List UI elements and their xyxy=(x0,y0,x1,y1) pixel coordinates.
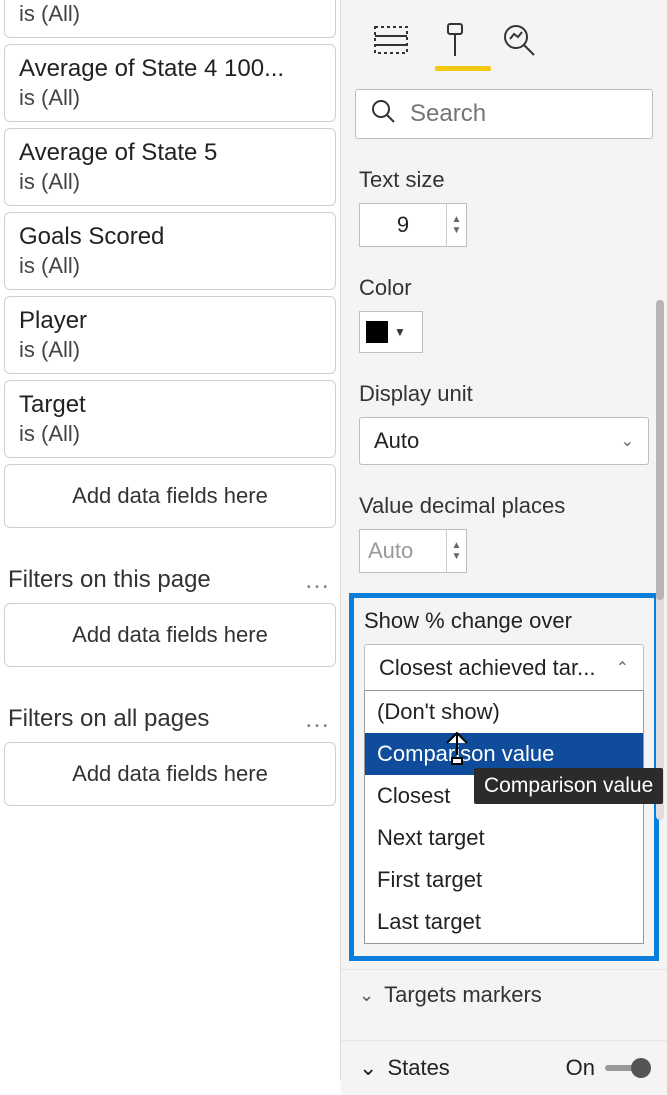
pct-change-dropdown[interactable]: Closest achieved tar... ⌃ xyxy=(364,644,644,692)
display-unit-value: Auto xyxy=(374,428,419,454)
filter-sub: is (All) xyxy=(19,85,321,111)
filter-card[interactable]: Player is (All) xyxy=(4,296,336,374)
filters-on-all-pages-header: Filters on all pages … xyxy=(4,703,336,734)
chevron-down-icon: ⌄ xyxy=(359,1055,377,1081)
scrollbar[interactable] xyxy=(656,300,664,820)
filter-title: Goals Scored xyxy=(19,223,321,251)
more-icon[interactable]: … xyxy=(304,703,332,734)
text-size-value[interactable]: 9 xyxy=(360,204,446,246)
chevron-down-icon: ⌄ xyxy=(621,431,634,451)
states-toggle-group: On xyxy=(566,1055,649,1081)
states-toggle-value: On xyxy=(566,1055,595,1081)
add-fields-drop-zone[interactable]: Add data fields here xyxy=(4,742,336,806)
spinner-buttons[interactable]: ▲ ▼ xyxy=(446,530,466,572)
filter-sub: is (All) xyxy=(19,421,321,447)
filter-title: Average of State 4 100... xyxy=(19,55,321,83)
chevron-up-icon[interactable]: ▲ xyxy=(452,540,462,551)
pct-change-option[interactable]: Next target xyxy=(365,817,643,859)
filters-on-page-header: Filters on this page … xyxy=(4,564,336,595)
active-tab-indicator xyxy=(435,66,491,71)
search-icon xyxy=(370,98,396,130)
decimal-places-label: Value decimal places xyxy=(359,493,649,519)
filter-sub: is (All) xyxy=(19,1,321,27)
analytics-tab-icon[interactable] xyxy=(499,20,539,60)
pane-tabs xyxy=(341,0,667,60)
filter-sub: is (All) xyxy=(19,337,321,363)
search-input[interactable] xyxy=(410,100,638,128)
format-properties: Text size 9 ▲ ▼ Color ▼ Display unit Aut… xyxy=(341,167,667,573)
states-toggle[interactable] xyxy=(605,1065,649,1071)
pct-change-option[interactable]: (Don't show) xyxy=(365,691,643,733)
more-icon[interactable]: … xyxy=(304,564,332,595)
chevron-down-icon[interactable]: ▼ xyxy=(452,551,462,562)
pct-change-selected: Closest achieved tar... xyxy=(379,655,595,681)
filter-title: Player xyxy=(19,307,321,335)
color-picker[interactable]: ▼ xyxy=(359,311,423,353)
color-swatch-box xyxy=(366,321,388,343)
format-pane: Text size 9 ▲ ▼ Color ▼ Display unit Aut… xyxy=(340,0,667,1080)
pct-change-options-list: (Don't show) Comparison value Closest Ne… xyxy=(364,690,644,944)
caret-down-icon: ▼ xyxy=(394,325,406,339)
filter-card[interactable]: Target is (All) xyxy=(4,380,336,458)
filter-title: Target xyxy=(19,391,321,419)
filters-on-page-label: Filters on this page xyxy=(8,566,211,594)
fields-tab-icon[interactable] xyxy=(371,20,411,60)
filter-sub: is (All) xyxy=(19,169,321,195)
filter-card[interactable]: Average of State 4 100... is (All) xyxy=(4,44,336,122)
format-tab-icon[interactable] xyxy=(435,20,475,60)
filter-card[interactable]: Average of State 3 80%... is (All) xyxy=(4,0,336,38)
targets-markers-label: Targets markers xyxy=(384,982,542,1008)
filter-card[interactable]: Average of State 5 is (All) xyxy=(4,128,336,206)
filter-card[interactable]: Goals Scored is (All) xyxy=(4,212,336,290)
decimal-places-value[interactable]: Auto xyxy=(360,530,446,572)
display-unit-dropdown[interactable]: Auto ⌄ xyxy=(359,417,649,465)
targets-markers-expander[interactable]: ⌄ Targets markers xyxy=(341,969,667,1020)
filters-on-all-pages-label: Filters on all pages xyxy=(8,705,209,733)
cursor-icon xyxy=(442,730,472,766)
chevron-down-icon[interactable]: ▼ xyxy=(452,225,462,236)
filters-pane: Average of State 3 80%... is (All) Avera… xyxy=(0,0,340,1080)
pct-change-option[interactable]: Last target xyxy=(365,901,643,943)
text-size-input[interactable]: 9 ▲ ▼ xyxy=(359,203,467,247)
display-unit-label: Display unit xyxy=(359,381,649,407)
add-fields-drop-zone[interactable]: Add data fields here xyxy=(4,603,336,667)
pct-change-option[interactable]: First target xyxy=(365,859,643,901)
tooltip: Comparison value xyxy=(474,768,663,804)
scrollbar-thumb[interactable] xyxy=(656,300,664,600)
states-expander[interactable]: ⌄ States On xyxy=(341,1040,667,1095)
text-size-label: Text size xyxy=(359,167,649,193)
filter-sub: is (All) xyxy=(19,253,321,279)
pct-change-highlight: Show % change over Closest achieved tar.… xyxy=(349,593,659,961)
filter-title: Average of State 5 xyxy=(19,139,321,167)
decimal-places-input[interactable]: Auto ▲ ▼ xyxy=(359,529,467,573)
chevron-up-icon[interactable]: ▲ xyxy=(452,214,462,225)
add-fields-drop-zone[interactable]: Add data fields here xyxy=(4,464,336,528)
chevron-down-icon: ⌄ xyxy=(359,985,374,1006)
states-label: States xyxy=(387,1055,449,1081)
toggle-knob xyxy=(631,1058,651,1078)
search-input-container[interactable] xyxy=(355,89,653,139)
spinner-buttons[interactable]: ▲ ▼ xyxy=(446,204,466,246)
chevron-up-icon: ⌃ xyxy=(616,658,629,678)
color-label: Color xyxy=(359,275,649,301)
pct-change-label: Show % change over xyxy=(364,608,644,634)
